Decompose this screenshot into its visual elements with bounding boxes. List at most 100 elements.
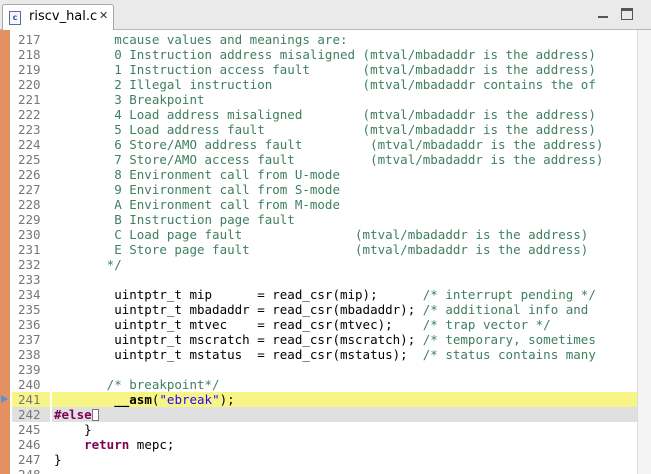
code-token: E Store page fault (mtval/mbadaddr is th… [54,242,589,257]
line-number: 238 [12,347,50,362]
line-number: 218 [12,47,50,62]
line-number-text: 226 [18,167,41,182]
code-text: } [54,452,62,467]
code-content: __asm("ebreak"); [52,392,651,407]
code-content: uintptr_t mstatus = read_csr(mstatus); /… [52,347,651,362]
code-line[interactable]: 225 7 Store/AMO access fault (mtval/mbad… [0,152,651,167]
code-text: 8 Environment call from U-mode [54,167,340,182]
code-token: "ebreak" [159,392,220,407]
code-text: uintptr_t mip = read_csr(mip); /* interr… [54,287,596,302]
c-file-icon: c [9,11,21,25]
line-number-text: 219 [18,62,41,77]
line-number: 217 [12,32,50,47]
close-icon[interactable]: ✕ [99,9,108,22]
code-line[interactable]: 227 9 Environment call from S-mode [0,182,651,197]
code-line[interactable]: 237 uintptr_t mscratch = read_csr(mscrat… [0,332,651,347]
line-number-text: 224 [18,137,41,152]
code-line[interactable]: 231 E Store page fault (mtval/mbadaddr i… [0,242,651,257]
line-number-text: 218 [18,47,41,62]
code-line[interactable]: 223 5 Load address fault (mtval/mbadaddr… [0,122,651,137]
code-line[interactable]: 218 0 Instruction address misaligned (mt… [0,47,651,62]
code-line[interactable]: 221 3 Breakpoint [0,92,651,107]
line-number: 228 [12,197,50,212]
line-number-text: 240 [18,377,41,392]
line-number: 245 [12,422,50,437]
line-number: 242 [12,407,62,422]
code-text: } [54,422,92,437]
code-token: 3 Breakpoint [54,92,205,107]
code-token: A Environment call from M-mode [54,197,340,212]
code-content: 3 Breakpoint [52,92,651,107]
line-number-text: 231 [18,242,41,257]
code-text: 7 Store/AMO access fault (mtval/mbadaddr… [54,152,603,167]
code-line[interactable]: 238 uintptr_t mstatus = read_csr(mstatus… [0,347,651,362]
code-token: 8 Environment call from U-mode [54,167,340,182]
code-content [52,272,651,287]
code-line[interactable]: 245 } [0,422,651,437]
code-token: } [54,452,62,467]
code-line[interactable]: 236 uintptr_t mtvec = read_csr(mtvec); /… [0,317,651,332]
code-content: uintptr_t mbadaddr = read_csr(mbadaddr);… [52,302,651,317]
line-number: 237 [12,332,50,347]
line-number: 229 [12,212,50,227]
line-number: 247 [12,452,50,467]
code-line[interactable]: 247} [0,452,651,467]
minimize-icon[interactable] [597,8,609,20]
code-text: /* breakpoint*/ [54,377,220,392]
line-number: 222 [12,107,50,122]
code-line[interactable]: 235 uintptr_t mbadaddr = read_csr(mbadad… [0,302,651,317]
code-line[interactable]: 240 /* breakpoint*/ [0,377,651,392]
code-token: uintptr_t mscratch = read_csr(mscratch); [54,332,423,347]
code-token: 0 Instruction address misaligned (mtval/… [54,47,596,62]
code-token: B Instruction page fault [54,212,295,227]
code-line[interactable]: 226 8 Environment call from U-mode [0,167,651,182]
code-editor[interactable]: 217 mcause values and meanings are: 218 0… [0,30,651,474]
code-line[interactable]: 248 [0,467,651,474]
code-line[interactable]: 233 [0,272,651,287]
line-number-text: 236 [18,317,41,332]
code-line[interactable]: 232 */ [0,257,651,272]
tab-riscv-hal[interactable]: c riscv_hal.c ✕ [2,4,114,30]
line-number: 223 [12,122,50,137]
line-number: 234 [12,287,50,302]
code-line[interactable]: 239 [0,362,651,377]
line-number-text: 223 [18,122,41,137]
code-line[interactable]: 228 A Environment call from M-mode [0,197,651,212]
line-number: 240 [12,377,50,392]
line-number-text: 248 [18,467,41,474]
code-line[interactable]: 229 B Instruction page fault [0,212,651,227]
code-text: 4 Load address misaligned (mtval/mbadadd… [54,107,596,122]
code-line[interactable]: 220 2 Illegal instruction (mtval/mbadadd… [0,77,651,92]
code-content: 8 Environment call from U-mode [52,167,651,182]
code-line[interactable]: 217 mcause values and meanings are: [0,32,651,47]
tab-title: riscv_hal.c [29,9,98,24]
line-number: 230 [12,227,50,242]
code-line[interactable]: 246 return mepc; [0,437,651,452]
line-number-text: 245 [18,422,41,437]
code-line[interactable]: 219 1 Instruction access fault (mtval/mb… [0,62,651,77]
code-line[interactable]: 234 uintptr_t mip = read_csr(mip); /* in… [0,287,651,302]
code-text: uintptr_t mtvec = read_csr(mtvec); /* tr… [54,317,551,332]
code-content: A Environment call from M-mode [52,197,651,212]
code-line[interactable]: 222 4 Load address misaligned (mtval/mba… [0,107,651,122]
line-number: 246 [12,437,50,452]
line-number-text: 235 [18,302,41,317]
line-number-text: 230 [18,227,41,242]
code-token: /* breakpoint*/ [54,377,220,392]
vertical-scrollbar[interactable] [637,30,651,474]
code-text: A Environment call from M-mode [54,197,340,212]
collapsed-region-icon[interactable] [91,409,99,421]
code-line[interactable]: 241 __asm("ebreak"); [0,392,651,407]
code-text: */ [54,257,122,272]
line-number-text: 229 [18,212,41,227]
code-line[interactable]: 224 6 Store/AMO address fault (mtval/mba… [0,137,651,152]
line-number: 224 [12,137,50,152]
code-line[interactable]: 230 C Load page fault (mtval/mbadaddr is… [0,227,651,242]
code-text: __asm("ebreak"); [54,392,234,407]
line-number-text: 241 [18,392,41,407]
code-line[interactable]: 242 #else [0,407,651,422]
maximize-icon[interactable] [621,8,633,20]
line-number: 235 [12,302,50,317]
code-text: 6 Store/AMO address fault (mtval/mbadadd… [54,137,603,152]
